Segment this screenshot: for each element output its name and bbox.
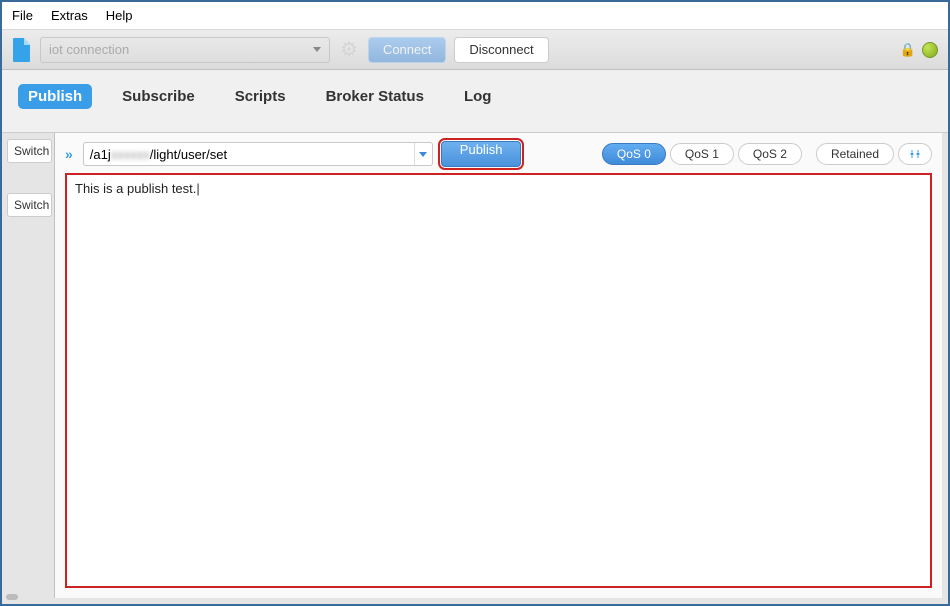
qos-2-pill[interactable]: QoS 2 xyxy=(738,143,802,165)
connection-placeholder: iot connection xyxy=(49,42,129,57)
topic-input[interactable]: /a1jxxxxxx/light/user/set xyxy=(83,142,433,166)
message-text: This is a publish test. xyxy=(75,181,200,196)
toolbar: iot connection ⚙ Connect Disconnect 🔒 xyxy=(2,30,948,70)
topic-suffix: /light/user/set xyxy=(150,147,227,162)
connection-dropdown[interactable]: iot connection xyxy=(40,37,330,63)
connection-status-indicator xyxy=(922,42,938,58)
tab-publish[interactable]: Publish xyxy=(18,84,92,109)
qos-0-pill[interactable]: QoS 0 xyxy=(602,143,666,165)
sidebar-switch-2[interactable]: Switch xyxy=(7,193,52,217)
disconnect-button[interactable]: Disconnect xyxy=(454,37,548,63)
publish-panel: » /a1jxxxxxx/light/user/set Publish QoS … xyxy=(54,133,942,598)
menu-extras[interactable]: Extras xyxy=(51,8,88,23)
options-gear-pill[interactable] xyxy=(898,143,932,165)
message-editor[interactable]: This is a publish test. xyxy=(65,173,932,588)
menu-help[interactable]: Help xyxy=(106,8,133,23)
tab-log[interactable]: Log xyxy=(454,84,502,109)
connect-button[interactable]: Connect xyxy=(368,37,446,63)
main-tabbar: Publish Subscribe Scripts Broker Status … xyxy=(2,70,948,115)
gear-icon xyxy=(909,148,921,160)
qos-1-pill[interactable]: QoS 1 xyxy=(670,143,734,165)
sidebar-switch-1[interactable]: Switch xyxy=(7,139,52,163)
chevron-down-icon xyxy=(313,47,321,52)
settings-gear-icon[interactable]: ⚙ xyxy=(338,37,360,62)
topic-row: » /a1jxxxxxx/light/user/set Publish QoS … xyxy=(55,133,942,175)
tab-subscribe[interactable]: Subscribe xyxy=(112,84,205,109)
qos-group: QoS 0 QoS 1 QoS 2 Retained xyxy=(602,143,932,165)
chevron-down-icon xyxy=(419,152,427,157)
topic-dropdown-toggle[interactable] xyxy=(414,143,432,165)
left-sidebar: Switch Switch xyxy=(7,133,52,217)
topic-prefix: /a1j xyxy=(90,147,111,162)
menubar: File Extras Help xyxy=(2,2,948,30)
tab-scripts[interactable]: Scripts xyxy=(225,84,296,109)
tab-broker-status[interactable]: Broker Status xyxy=(316,84,434,109)
body-area: Switch Switch » /a1jxxxxxx/light/user/se… xyxy=(2,132,948,604)
lock-icon: 🔒 xyxy=(900,42,916,58)
resize-grip[interactable] xyxy=(6,594,18,600)
expand-chevron-icon[interactable]: » xyxy=(65,146,75,162)
retained-pill[interactable]: Retained xyxy=(816,143,894,165)
file-icon xyxy=(12,37,32,63)
status-area: 🔒 xyxy=(900,42,938,58)
publish-button[interactable]: Publish xyxy=(441,141,522,167)
menu-file[interactable]: File xyxy=(12,8,33,23)
topic-obscured: xxxxxx xyxy=(111,147,150,162)
